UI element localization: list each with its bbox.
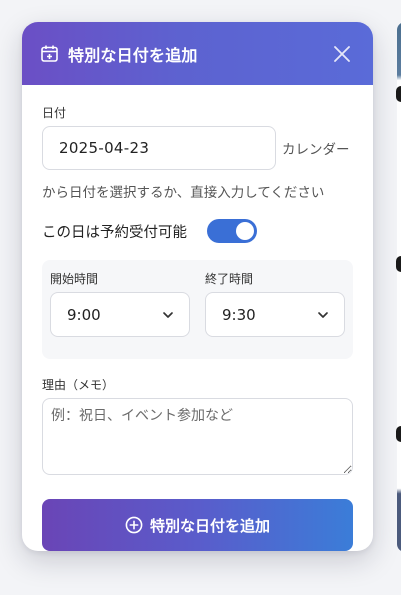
start-time-value: 9:00 xyxy=(67,305,101,324)
date-input[interactable] xyxy=(42,126,276,170)
start-time-group: 開始時間 9:00 xyxy=(50,270,190,337)
end-time-label: 終了時間 xyxy=(205,272,254,286)
toggle-knob xyxy=(236,222,254,240)
availability-row: この日は予約受付可能 xyxy=(42,219,353,243)
close-icon xyxy=(334,45,350,62)
modal-title: 特別な日付を追加 xyxy=(68,45,198,65)
plus-circle-icon xyxy=(125,516,143,534)
submit-label: 特別な日付を追加 xyxy=(149,516,270,535)
modal-body: 日付 カレンダー から日付を選択するか、直接入力してください この日は予約受付可… xyxy=(22,85,373,551)
availability-label: この日は予約受付可能 xyxy=(42,224,187,241)
end-time-value: 9:30 xyxy=(222,305,256,324)
date-row: カレンダー xyxy=(42,126,353,170)
memo-textarea[interactable] xyxy=(42,398,353,475)
chevron-down-icon xyxy=(163,311,173,318)
calendar-plus-icon xyxy=(40,44,59,63)
chevron-down-icon xyxy=(318,311,328,318)
date-hint-part2: から日付を選択するか、直接入力してください xyxy=(42,185,325,201)
memo-label: 理由（メモ） xyxy=(42,378,115,392)
background-dot xyxy=(396,86,401,102)
end-time-group: 終了時間 9:30 xyxy=(205,270,345,337)
availability-toggle[interactable] xyxy=(207,219,257,243)
end-time-select[interactable]: 9:30 xyxy=(205,292,345,337)
start-time-select[interactable]: 9:00 xyxy=(50,292,190,337)
start-time-label: 開始時間 xyxy=(50,272,99,286)
background-dot xyxy=(396,256,401,272)
close-button[interactable] xyxy=(331,43,353,65)
add-special-date-button[interactable]: 特別な日付を追加 xyxy=(42,499,353,551)
time-range-panel: 開始時間 9:00 終了時間 9:30 xyxy=(42,260,353,359)
modal-header: 特別な日付を追加 xyxy=(22,22,373,85)
date-label: 日付 xyxy=(42,106,67,120)
background-dot xyxy=(396,426,401,442)
add-special-date-modal: 特別な日付を追加 日付 カレンダー から日付を選択するか、直接入力してください … xyxy=(22,22,373,551)
date-hint-part1: カレンダー xyxy=(282,142,350,158)
